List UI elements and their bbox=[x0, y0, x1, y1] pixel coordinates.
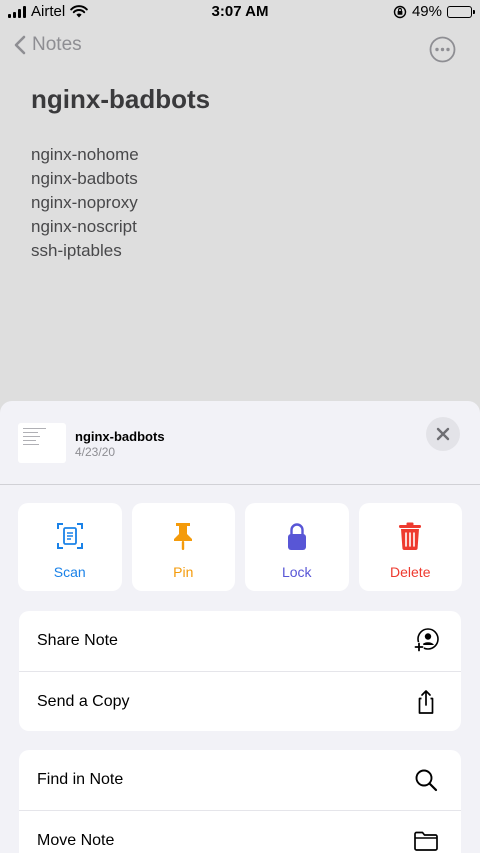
status-right: 49% bbox=[393, 3, 475, 20]
orientation-lock-icon bbox=[393, 5, 407, 18]
status-bar: Airtel 3:07 AM 49% bbox=[0, 0, 480, 26]
sheet-note-title: nginx-badbots bbox=[75, 429, 165, 444]
delete-label: Delete bbox=[390, 564, 431, 580]
tools-group: Find in Note Move Note bbox=[19, 750, 461, 853]
nav-bar: Notes bbox=[0, 32, 480, 66]
move-note-row[interactable]: Move Note bbox=[19, 810, 461, 853]
note-line: nginx-noproxy bbox=[31, 193, 138, 212]
back-button[interactable]: Notes bbox=[14, 34, 82, 56]
lock-label: Lock bbox=[281, 564, 312, 580]
pin-label: Pin bbox=[173, 564, 194, 580]
pin-icon bbox=[174, 523, 193, 550]
note-line: nginx-noscript bbox=[31, 217, 137, 236]
share-note-label: Share Note bbox=[37, 632, 118, 649]
note-line: ssh-iptables bbox=[31, 241, 122, 260]
quick-actions: Scan Pin Lock Delete bbox=[18, 503, 462, 591]
send-copy-row[interactable]: Send a Copy bbox=[19, 671, 461, 731]
sheet-header: nginx-badbots 4/23/20 bbox=[0, 401, 480, 485]
note-thumbnail bbox=[18, 423, 66, 463]
note-line: nginx-nohome bbox=[31, 145, 139, 164]
scan-button[interactable]: Scan bbox=[18, 503, 122, 591]
chevron-left-icon bbox=[14, 35, 26, 55]
scan-icon bbox=[56, 523, 83, 549]
share-arrow-icon bbox=[418, 690, 434, 714]
scan-label: Scan bbox=[53, 564, 86, 580]
lock-button[interactable]: Lock bbox=[245, 503, 349, 591]
trash-icon bbox=[399, 522, 422, 550]
find-in-note-label: Find in Note bbox=[37, 771, 124, 788]
note-body: nginx-nohome nginx-badbots nginx-noproxy… bbox=[31, 143, 139, 263]
pin-button[interactable]: Pin bbox=[131, 503, 235, 591]
folder-icon bbox=[414, 831, 438, 851]
share-note-row[interactable]: Share Note bbox=[19, 611, 461, 671]
sheet-note-date: 4/23/20 bbox=[75, 445, 116, 459]
share-group: Share Note Send a Copy bbox=[19, 611, 461, 731]
delete-button[interactable]: Delete bbox=[358, 503, 462, 591]
battery-icon bbox=[447, 5, 475, 18]
share-person-icon bbox=[414, 628, 439, 652]
action-sheet: nginx-badbots 4/23/20 Scan Pin Lock Dele… bbox=[0, 401, 480, 853]
close-button[interactable] bbox=[426, 417, 460, 451]
battery-percent: 49% bbox=[411, 3, 442, 20]
note-title: nginx-badbots bbox=[31, 84, 211, 114]
magnifier-icon bbox=[415, 769, 438, 792]
more-icon[interactable] bbox=[429, 36, 456, 63]
note-line: nginx-badbots bbox=[31, 169, 138, 188]
lock-icon bbox=[287, 523, 306, 550]
send-copy-label: Send a Copy bbox=[37, 692, 130, 710]
move-note-label: Move Note bbox=[37, 831, 115, 849]
back-label: Notes bbox=[32, 34, 82, 55]
find-in-note-row[interactable]: Find in Note bbox=[19, 750, 461, 810]
close-icon bbox=[436, 427, 450, 441]
